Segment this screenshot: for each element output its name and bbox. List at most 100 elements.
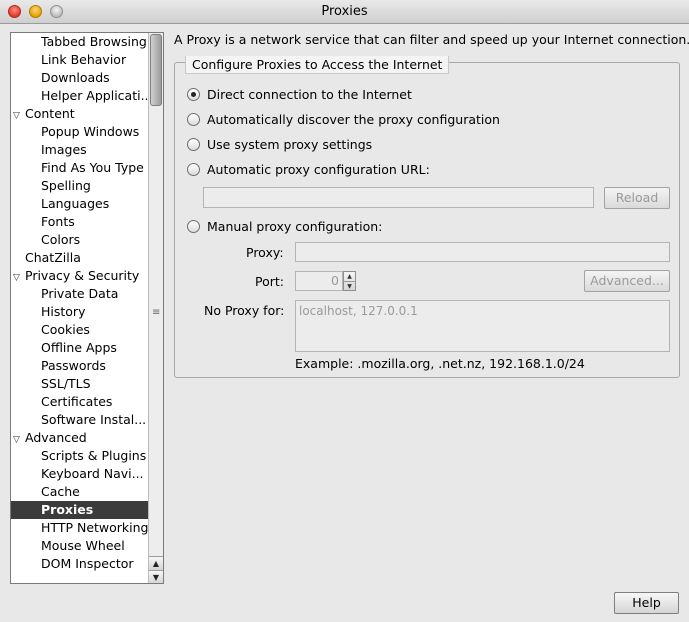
sidebar-item-downloads[interactable]: Downloads	[11, 69, 148, 87]
expand-triangle-icon[interactable]: ▽	[13, 269, 25, 285]
sidebar-item-label: Software Instal...	[41, 412, 147, 427]
title-bar: Proxies	[0, 0, 689, 24]
sidebar-item-label: Popup Windows	[41, 124, 140, 139]
sidebar-item-fonts[interactable]: Fonts	[11, 213, 148, 231]
radio-auto-discover-button[interactable]	[187, 112, 200, 126]
sidebar-item-chatzilla[interactable]: ChatZilla	[11, 249, 148, 267]
sidebar-item-offline-apps[interactable]: Offline Apps	[11, 339, 148, 357]
spin-down-icon[interactable]: ▼	[344, 282, 355, 291]
advanced-button[interactable]: Advanced...	[584, 270, 670, 292]
proxy-label: Proxy:	[246, 245, 284, 260]
radio-direct-label: Direct connection to the Internet	[207, 86, 412, 102]
preferences-tree[interactable]: Tabbed Browsing Link Behavior Downloads Hel…	[10, 32, 164, 584]
sidebar-item-images[interactable]: Images	[11, 141, 148, 159]
spin-up-icon[interactable]: ▲	[344, 272, 355, 282]
port-spinner[interactable]: ▲ ▼	[343, 271, 356, 291]
sidebar-item-label: Downloads	[41, 70, 110, 85]
radio-auto-url-button[interactable]	[187, 162, 200, 176]
sidebar-item-label: Spelling	[41, 178, 91, 193]
radio-manual-label: Manual proxy configuration:	[207, 218, 383, 234]
sidebar-item-http-networking[interactable]: HTTP Networking	[11, 519, 148, 537]
sidebar-item-history[interactable]: History	[11, 303, 148, 321]
expand-triangle-icon[interactable]: ▽	[13, 107, 25, 123]
groupbox-caption: Configure Proxies to Access the Internet	[185, 56, 450, 74]
radio-manual-button[interactable]	[187, 219, 200, 233]
auto-config-url-input[interactable]	[203, 187, 594, 208]
sidebar-item-privacy-security[interactable]: ▽ Privacy & Security	[11, 267, 148, 285]
sidebar-item-label: Offline Apps	[41, 340, 117, 355]
tree-scrollbar[interactable]: ≡ ▲ ▼	[148, 33, 163, 583]
radio-system-proxy[interactable]: Use system proxy settings	[187, 135, 372, 153]
sidebar-item-private-data[interactable]: Private Data	[11, 285, 148, 303]
radio-auto-discover[interactable]: Automatically discover the proxy configu…	[187, 110, 500, 128]
scroll-thumb[interactable]	[150, 34, 162, 106]
radio-auto-discover-label: Automatically discover the proxy configu…	[207, 111, 500, 127]
sidebar-item-label: Languages	[41, 196, 110, 211]
sidebar-item-label: Tabbed Browsing	[41, 34, 147, 49]
sidebar-item-find-as-you-type[interactable]: Find As You Type	[11, 159, 148, 177]
sidebar-item-label: Mouse Wheel	[41, 538, 125, 553]
sidebar-item-label: Helper Applicati...	[41, 88, 148, 103]
sidebar-item-label: Link Behavior	[41, 52, 127, 67]
sidebar-item-label: Advanced	[25, 430, 87, 445]
scroll-down-arrow-icon[interactable]: ▼	[149, 570, 163, 583]
radio-manual[interactable]: Manual proxy configuration:	[187, 217, 382, 235]
sidebar-item-label: Privacy & Security	[25, 268, 140, 283]
scroll-up-arrow-icon[interactable]: ▲	[149, 556, 163, 570]
radio-system-label: Use system proxy settings	[207, 136, 373, 152]
sidebar-item-label: Fonts	[41, 214, 75, 229]
sidebar-item-label: HTTP Networking	[41, 520, 148, 535]
sidebar-item-link-behavior[interactable]: Link Behavior	[11, 51, 148, 69]
no-proxy-input[interactable]: localhost, 127.0.0.1	[295, 300, 670, 352]
sidebar-item-colors[interactable]: Colors	[11, 231, 148, 249]
sidebar-item-label: Find As You Type	[41, 160, 144, 175]
sidebar-item-label: Proxies	[41, 502, 94, 517]
sidebar-item-languages[interactable]: Languages	[11, 195, 148, 213]
sidebar-item-software-instal[interactable]: Software Instal...	[11, 411, 148, 429]
sidebar-item-scripts-plugins[interactable]: Scripts & Plugins	[11, 447, 148, 465]
sidebar-item-passwords[interactable]: Passwords	[11, 357, 148, 375]
proxy-host-input[interactable]	[295, 242, 670, 262]
radio-auto-url-label: Automatic proxy configuration URL:	[207, 161, 430, 177]
sidebar-item-label: ChatZilla	[25, 250, 81, 265]
sidebar-item-dom-inspector[interactable]: DOM Inspector	[11, 555, 148, 573]
sidebar-item-label: SSL/TLS	[41, 376, 91, 391]
sidebar-item-label: Scripts & Plugins	[41, 448, 147, 463]
sidebar-item-cache[interactable]: Cache	[11, 483, 148, 501]
no-proxy-example: Example: .mozilla.org, .net.nz, 192.168.…	[295, 356, 585, 371]
sidebar-item-mouse-wheel[interactable]: Mouse Wheel	[11, 537, 148, 555]
sidebar-item-label: Cache	[41, 484, 80, 499]
proxy-description: A Proxy is a network service that can fi…	[174, 32, 689, 47]
sidebar-item-certificates[interactable]: Certificates	[11, 393, 148, 411]
sidebar-item-label: Images	[41, 142, 87, 157]
reload-button[interactable]: Reload	[604, 187, 670, 209]
help-button[interactable]: Help	[614, 592, 679, 614]
sidebar-item-label: Passwords	[41, 358, 106, 373]
sidebar-item-tabbed-browsing[interactable]: Tabbed Browsing	[11, 33, 148, 51]
sidebar-item-label: Certificates	[41, 394, 113, 409]
tree-items: Tabbed Browsing Link Behavior Downloads Hel…	[11, 33, 148, 573]
sidebar-item-label: Keyboard Navi...	[41, 466, 144, 481]
port-label: Port:	[255, 274, 284, 289]
radio-direct[interactable]	[187, 87, 200, 101]
expand-triangle-icon[interactable]: ▽	[13, 431, 25, 447]
radio-auto-url[interactable]: Automatic proxy configuration URL:	[187, 160, 430, 178]
sidebar-item-cookies[interactable]: Cookies	[11, 321, 148, 339]
sidebar-item-keyboard-navi[interactable]: Keyboard Navi...	[11, 465, 148, 483]
sidebar-item-popup-windows[interactable]: Popup Windows	[11, 123, 148, 141]
sidebar-item-advanced[interactable]: ▽ Advanced	[11, 429, 148, 447]
sidebar-item-label: Colors	[41, 232, 81, 247]
sidebar-item-label: Private Data	[41, 286, 119, 301]
sidebar-item-helper-applicati[interactable]: Helper Applicati...	[11, 87, 148, 105]
scroll-grip-icon: ≡	[152, 307, 161, 318]
sidebar-item-ssl-tls[interactable]: SSL/TLS	[11, 375, 148, 393]
sidebar-item-proxies[interactable]: Proxies	[11, 501, 148, 519]
window-title: Proxies	[321, 4, 368, 19]
port-input[interactable]: 0	[295, 271, 343, 291]
sidebar-item-content[interactable]: ▽ Content	[11, 105, 148, 123]
no-proxy-label: No Proxy for:	[204, 303, 285, 318]
sidebar-item-label: DOM Inspector	[41, 556, 134, 571]
radio-direct-connection[interactable]: Direct connection to the Internet	[187, 85, 412, 103]
radio-system-button[interactable]	[187, 137, 200, 151]
sidebar-item-spelling[interactable]: Spelling	[11, 177, 148, 195]
